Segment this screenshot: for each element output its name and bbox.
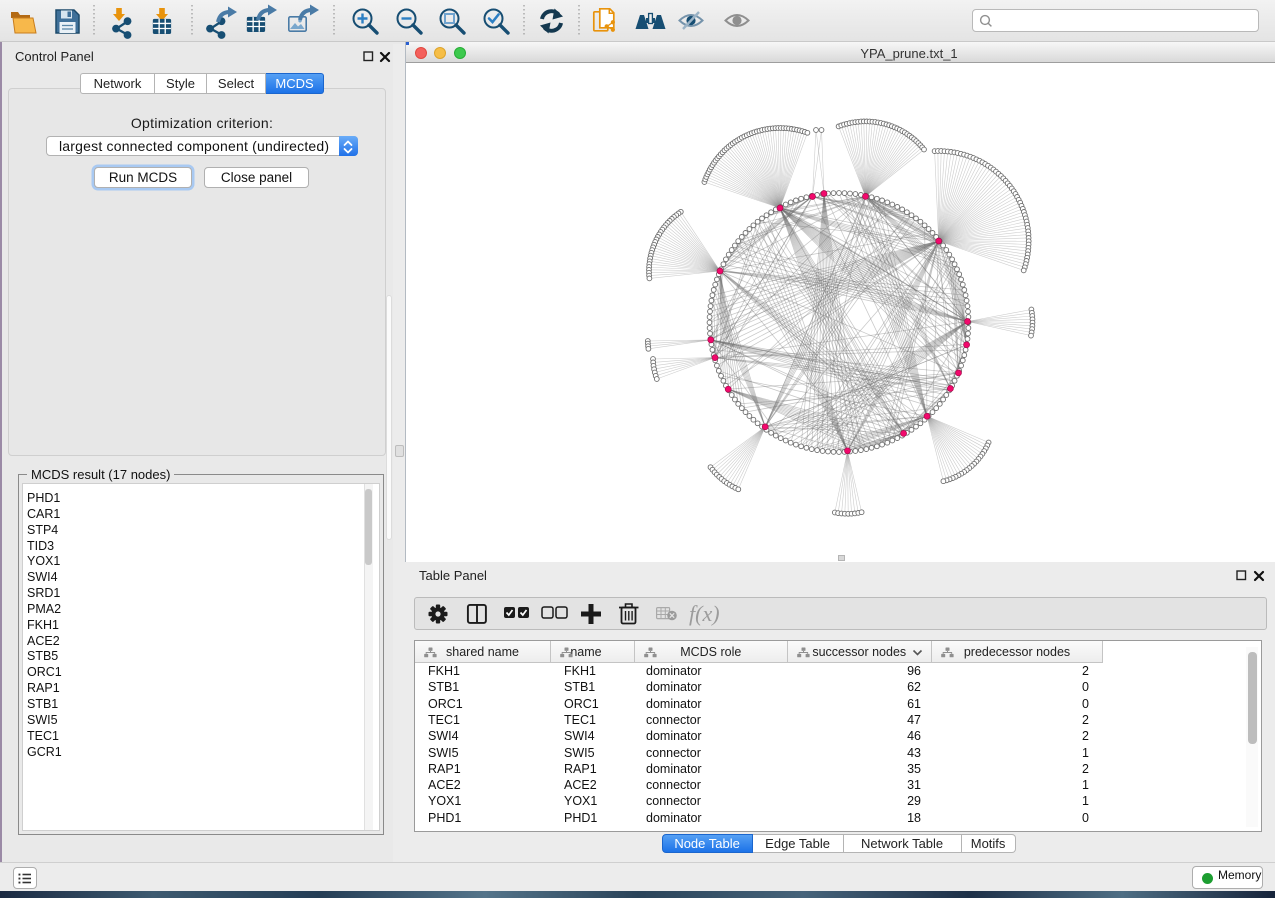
svg-text:f(x): f(x) (689, 601, 720, 626)
